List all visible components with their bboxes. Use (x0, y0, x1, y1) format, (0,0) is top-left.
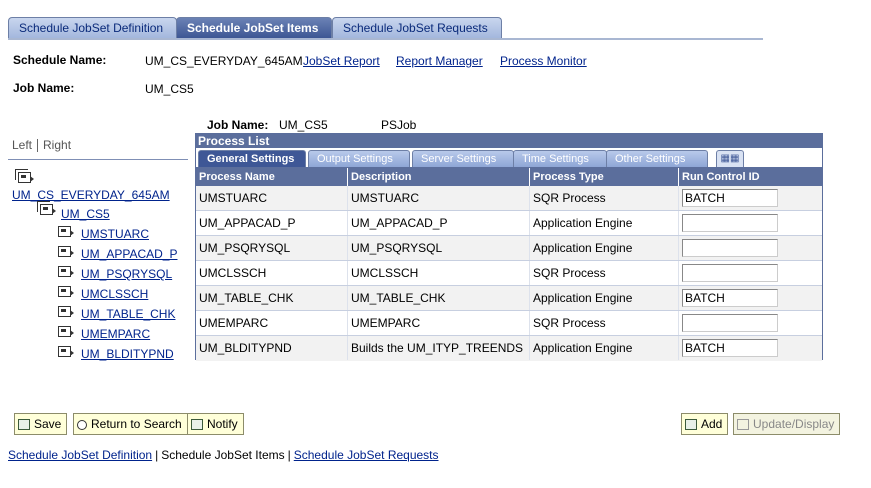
tree-item-link[interactable]: UMEMPARC (81, 327, 150, 341)
process-icon (58, 346, 74, 357)
process-job-type: PSJob (381, 118, 417, 132)
run-control-id-input[interactable] (682, 264, 778, 282)
jobset-icon (18, 172, 34, 183)
left-label[interactable]: Left (12, 138, 32, 152)
process-icon (58, 326, 74, 337)
subtab-other-settings[interactable]: Other Settings (606, 150, 708, 167)
description-cell: Builds the UM_ITYP_TREENDS (348, 336, 530, 360)
table-row: UM_TABLE_CHK UM_TABLE_CHK Application En… (196, 286, 822, 311)
column-header-process-name: Process Name (196, 168, 348, 186)
process-monitor-link[interactable]: Process Monitor (500, 54, 587, 68)
page-tabs: Schedule JobSet Definition Schedule JobS… (8, 17, 763, 40)
tree-job-link[interactable]: UM_CS5 (61, 207, 110, 221)
run-control-id-input[interactable] (682, 339, 778, 357)
description-cell: UM_TABLE_CHK (348, 286, 530, 310)
subtab-general-settings[interactable]: General Settings (198, 150, 306, 167)
tree-item-link[interactable]: UM_TABLE_CHK (81, 307, 175, 321)
bottom-link-schedule-jobset-definition[interactable]: Schedule JobSet Definition (8, 448, 152, 462)
tab-schedule-jobset-items[interactable]: Schedule JobSet Items (176, 17, 332, 38)
process-name-cell: UMCLSSCH (196, 261, 348, 285)
tree-root-link[interactable]: UM_CS_EVERYDAY_645AM (12, 188, 170, 202)
run-control-id-input[interactable] (682, 239, 778, 257)
right-label[interactable]: Right (43, 138, 71, 152)
job-name-value: UM_CS5 (145, 82, 194, 96)
column-header-description: Description (348, 168, 530, 186)
table-row: UM_PSQRYSQL UM_PSQRYSQL Application Engi… (196, 236, 822, 261)
subtab-server-settings[interactable]: Server Settings (412, 150, 514, 167)
left-right-toggle: Left Right (12, 138, 71, 153)
table-row: UM_APPACAD_P UM_APPACAD_P Application En… (196, 211, 822, 236)
tab-schedule-jobset-requests[interactable]: Schedule JobSet Requests (332, 17, 502, 38)
column-header-process-type: Process Type (530, 168, 679, 186)
show-all-columns-icon[interactable]: ▦▦ (716, 150, 744, 167)
process-type-cell: Application Engine (530, 286, 679, 310)
process-icon (58, 266, 74, 277)
report-manager-link[interactable]: Report Manager (396, 54, 483, 68)
process-name-cell: UM_PSQRYSQL (196, 236, 348, 260)
bottom-link-schedule-jobset-requests[interactable]: Schedule JobSet Requests (294, 448, 439, 462)
job-name-label: Job Name: (13, 81, 75, 95)
save-icon (18, 419, 30, 430)
notify-icon (191, 419, 203, 430)
process-list-grid: Process List General Settings Output Set… (195, 133, 823, 361)
description-cell: UM_PSQRYSQL (348, 236, 530, 260)
description-cell: UM_APPACAD_P (348, 211, 530, 235)
process-type-cell: SQR Process (530, 311, 679, 335)
process-icon (58, 226, 74, 237)
schedule-name-label: Schedule Name: (13, 53, 107, 67)
update-display-button[interactable]: Update/Display (733, 413, 841, 435)
bottom-navigation: Schedule JobSet Definition | Schedule JobS… (8, 448, 439, 462)
process-type-cell: Application Engine (530, 211, 679, 235)
table-row: UM_BLDITYPND Builds the UM_ITYP_TREENDS … (196, 336, 822, 361)
process-icon (58, 306, 74, 317)
run-control-id-input[interactable] (682, 289, 778, 307)
job-icon (40, 204, 56, 215)
process-name-cell: UMEMPARC (196, 311, 348, 335)
process-name-cell: UMSTUARC (196, 186, 348, 210)
process-list-title: Process List (196, 134, 822, 148)
subtab-output-settings[interactable]: Output Settings (308, 150, 410, 167)
process-list-subtabs: General Settings Output Settings Server … (196, 148, 822, 168)
run-control-id-input[interactable] (682, 214, 778, 232)
process-type-cell: Application Engine (530, 336, 679, 360)
add-button[interactable]: Add (681, 413, 729, 435)
process-type-cell: SQR Process (530, 186, 679, 210)
description-cell: UMCLSSCH (348, 261, 530, 285)
process-name-cell: UM_BLDITYPND (196, 336, 348, 360)
tree-item-link[interactable]: UM_BLDITYPND (81, 347, 174, 361)
process-name-cell: UM_APPACAD_P (196, 211, 348, 235)
schedule-name-value: UM_CS_EVERYDAY_645AM (145, 54, 303, 68)
save-button[interactable]: Save (14, 413, 68, 435)
table-row: UMSTUARC UMSTUARC SQR Process (196, 186, 822, 211)
update-display-icon (737, 419, 749, 430)
process-icon (58, 286, 74, 297)
return-to-search-button[interactable]: Return to Search (73, 413, 188, 435)
run-control-id-input[interactable] (682, 189, 778, 207)
tree-divider (8, 159, 188, 160)
process-icon (58, 246, 74, 257)
tree-item-link[interactable]: UM_PSQRYSQL (81, 267, 172, 281)
column-header-run-control-id: Run Control ID (682, 171, 760, 183)
process-type-cell: SQR Process (530, 261, 679, 285)
subtab-time-settings[interactable]: Time Settings (513, 150, 607, 167)
notify-button[interactable]: Notify (187, 413, 244, 435)
process-type-cell: Application Engine (530, 236, 679, 260)
search-icon (77, 420, 87, 430)
description-cell: UMSTUARC (348, 186, 530, 210)
process-job-name-label: Job Name: (207, 118, 269, 132)
tree-item-link[interactable]: UMCLSSCH (81, 287, 148, 301)
bottom-link-schedule-jobset-items: Schedule JobSet Items (161, 448, 285, 462)
jobset-report-link[interactable]: JobSet Report (303, 54, 380, 68)
tree-item-link[interactable]: UM_APPACAD_P (81, 247, 177, 261)
process-job-name-value: UM_CS5 (279, 118, 328, 132)
run-control-id-input[interactable] (682, 314, 778, 332)
description-cell: UMEMPARC (348, 311, 530, 335)
table-row: UMCLSSCH UMCLSSCH SQR Process (196, 261, 822, 286)
tree-item-link[interactable]: UMSTUARC (81, 227, 149, 241)
grid-header-row: Process Name Description Process Type Ru… (196, 168, 822, 186)
process-name-cell: UM_TABLE_CHK (196, 286, 348, 310)
tab-schedule-jobset-definition[interactable]: Schedule JobSet Definition (8, 17, 177, 38)
table-row: UMEMPARC UMEMPARC SQR Process (196, 311, 822, 336)
add-icon (685, 419, 697, 430)
